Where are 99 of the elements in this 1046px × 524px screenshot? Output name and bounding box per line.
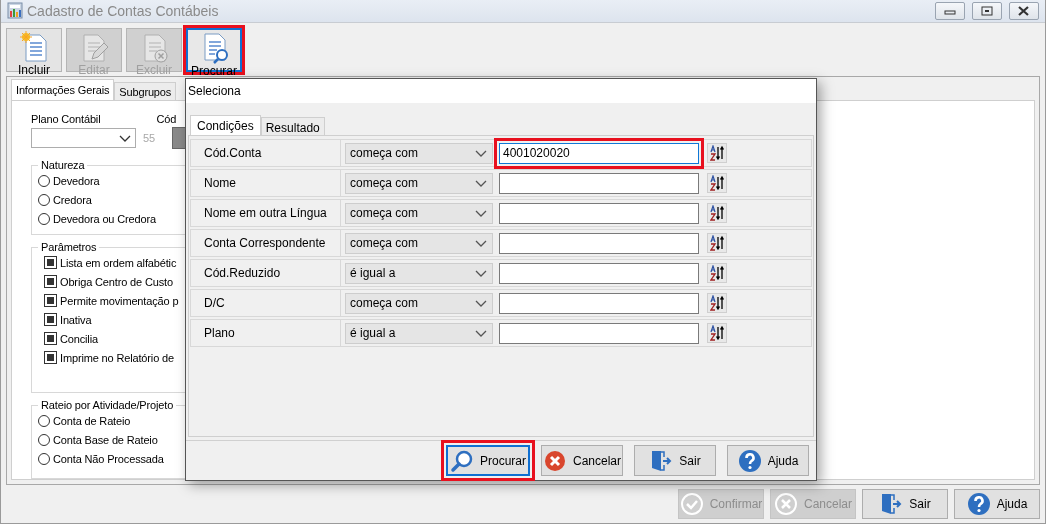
value-field[interactable]: [499, 202, 699, 224]
radio-button[interactable]: [38, 212, 50, 225]
tab[interactable]: Resultado: [260, 117, 325, 135]
value-field[interactable]: 4001020020: [499, 142, 699, 164]
group-title: Rateio por Atividade/Projeto: [40, 399, 175, 412]
exit-button[interactable]: Sair: [634, 445, 716, 476]
value-field[interactable]: [499, 322, 699, 344]
chevron-down-icon: [475, 299, 487, 307]
radio-button[interactable]: [38, 433, 50, 446]
exit-button[interactable]: Sair: [862, 489, 948, 520]
radio-button[interactable]: [38, 452, 50, 465]
radio-label: Conta Base de Rateio: [53, 433, 158, 446]
radio-label: Conta de Rateio: [53, 414, 131, 427]
chevron-down-icon: [475, 239, 487, 247]
dialog-title: Seleciona: [186, 79, 816, 103]
tab[interactable]: Condições: [190, 115, 261, 135]
sort-button[interactable]: [707, 203, 727, 223]
tab[interactable]: Informações Gerais: [11, 79, 115, 101]
checkbox[interactable]: [44, 351, 57, 365]
radio-label: Devedora: [53, 174, 100, 187]
minimize-button[interactable]: [935, 1, 965, 20]
field-label: Conta Correspondente: [191, 230, 341, 256]
question-circle-icon: [966, 492, 991, 517]
radio-button[interactable]: [38, 193, 50, 206]
help-button[interactable]: Ajuda: [727, 445, 809, 476]
checkbox-label: Permite movimentação p: [60, 294, 179, 307]
radio-button[interactable]: [38, 174, 50, 187]
sort-icon: [709, 325, 725, 341]
document-star-icon: [20, 30, 48, 63]
field-label: Cód.Conta: [191, 140, 341, 166]
field-label: Cód.Reduzido: [191, 260, 341, 286]
field-label: Nome: [191, 170, 341, 196]
field-label: Cód: [156, 113, 177, 126]
window-title: Cadastro de Contas Contábeis: [27, 2, 220, 19]
door-arrow-icon: [879, 492, 904, 517]
field-label: Nome em outra Língua: [191, 200, 341, 226]
chevron-down-icon: [119, 134, 131, 142]
checkbox-label: Inativa: [60, 313, 92, 326]
chevron-down-icon: [475, 329, 487, 337]
sort-icon: [709, 145, 725, 161]
chevron-down-icon: [475, 149, 487, 157]
radio-label: Conta Não Processada: [53, 452, 164, 465]
check-circle-icon: [679, 492, 704, 517]
group-title: Parâmetros: [40, 241, 98, 254]
sort-icon: [709, 295, 725, 311]
radio-label: Credora: [53, 193, 92, 206]
sort-icon: [709, 175, 725, 191]
checkbox-label: Concilia: [60, 332, 98, 345]
sort-button[interactable]: [707, 143, 727, 163]
operator-dropdown[interactable]: é igual a: [345, 262, 493, 284]
sort-icon: [709, 265, 725, 281]
new-button[interactable]: Incluir: [6, 27, 62, 72]
checkbox[interactable]: [44, 313, 57, 327]
checkbox[interactable]: [44, 294, 57, 308]
search-button[interactable]: Procurar: [446, 445, 530, 476]
cancel-button[interactable]: Cancelar: [541, 445, 623, 476]
tab[interactable]: Subgrupos: [114, 82, 177, 101]
maximize-button[interactable]: [972, 1, 1002, 20]
sort-icon: [709, 205, 725, 221]
operator-dropdown[interactable]: é igual a: [345, 322, 493, 344]
value-field[interactable]: [499, 292, 699, 314]
question-circle-icon: [737, 448, 762, 473]
checkbox-label: Lista em ordem alfabétic: [60, 256, 177, 269]
operator-dropdown[interactable]: começa com: [345, 232, 493, 254]
x-circle-icon: [774, 492, 798, 517]
checkbox[interactable]: [44, 256, 57, 270]
search-icon: [450, 448, 474, 473]
sort-button[interactable]: [707, 173, 727, 193]
checkbox[interactable]: [44, 332, 57, 346]
operator-dropdown[interactable]: começa com: [345, 292, 493, 314]
checkbox-label: Obriga Centro de Custo: [60, 275, 173, 288]
operator-dropdown[interactable]: começa com: [345, 172, 493, 194]
radio-button[interactable]: [38, 414, 50, 427]
help-button[interactable]: Ajuda: [954, 489, 1040, 520]
operator-dropdown[interactable]: começa com: [345, 202, 493, 224]
value-field[interactable]: [499, 262, 699, 284]
sort-button[interactable]: [707, 293, 727, 313]
chevron-down-icon: [475, 209, 487, 217]
close-button[interactable]: [1009, 1, 1039, 20]
sort-button[interactable]: [707, 233, 727, 253]
x-circle-icon: [543, 448, 567, 473]
group-title: Natureza: [40, 159, 86, 172]
field-label: Plano Contábil: [31, 113, 101, 126]
checkbox[interactable]: [44, 275, 57, 289]
checkbox-label: Imprime no Relatório de: [60, 351, 174, 364]
operator-dropdown[interactable]: começa com: [345, 142, 493, 164]
chevron-down-icon: [475, 179, 487, 187]
maximize-icon: [979, 4, 995, 17]
radio-label: Devedora ou Credora: [53, 212, 156, 225]
field-label: Plano: [191, 320, 341, 346]
value-field[interactable]: [499, 232, 699, 254]
sort-button[interactable]: [707, 323, 727, 343]
sort-button[interactable]: [707, 263, 727, 283]
count-label: 55: [143, 132, 155, 145]
door-arrow-icon: [649, 448, 674, 473]
field-label: D/C: [191, 290, 341, 316]
chevron-down-icon: [475, 269, 487, 277]
sort-icon: [709, 235, 725, 251]
value-field[interactable]: [499, 172, 699, 194]
